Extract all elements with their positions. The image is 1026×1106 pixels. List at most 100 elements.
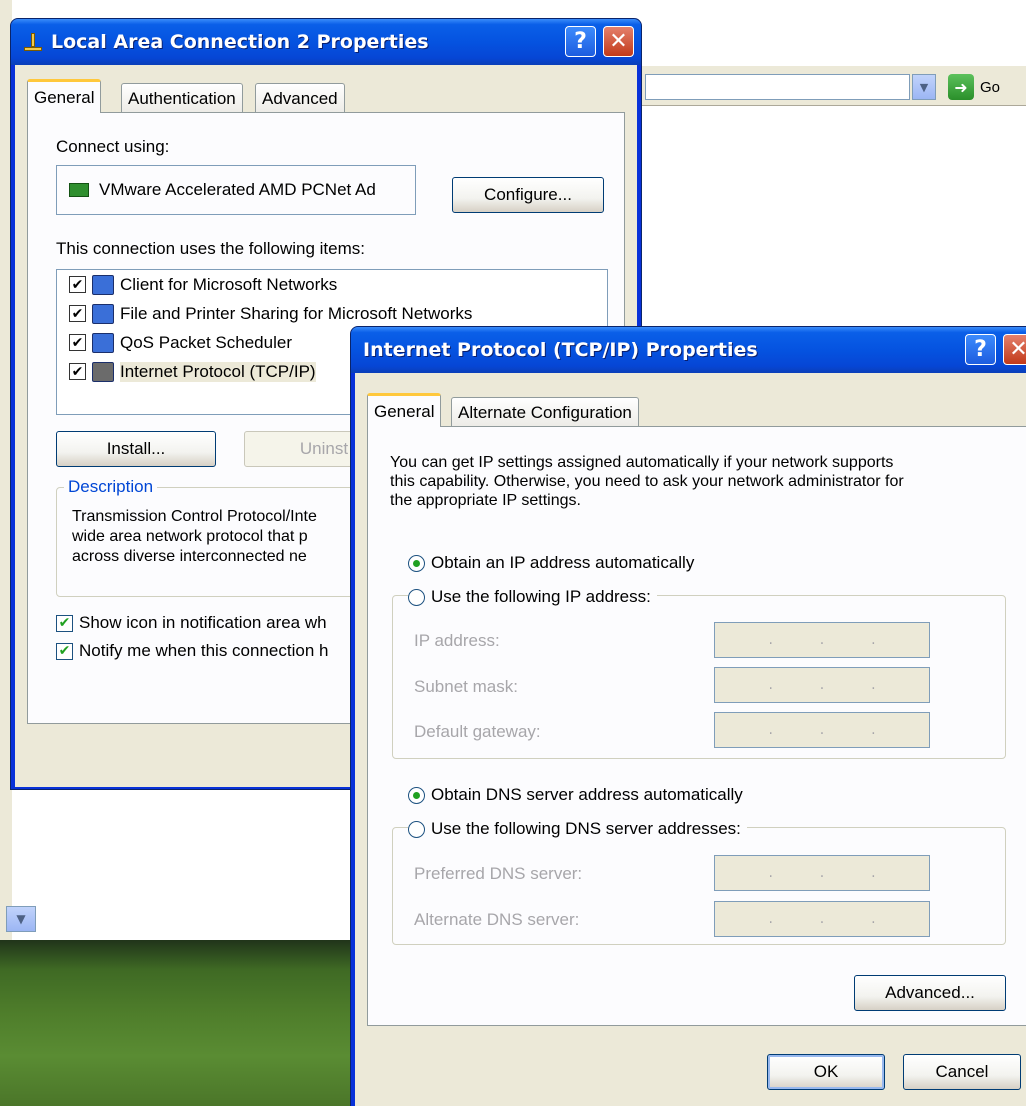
tcpip-properties-window: Internet Protocol (TCP/IP) Properties ? …	[350, 326, 1026, 1106]
list-item[interactable]: ✔ Client for Microsoft Networks	[57, 270, 607, 299]
obtain-dns-radio-row[interactable]: Obtain DNS server address automatically	[408, 785, 743, 805]
description-line: Transmission Control Protocol/Inte	[72, 508, 317, 525]
chevron-down-icon: ▼	[919, 80, 929, 94]
tcpip-titlebar[interactable]: Internet Protocol (TCP/IP) Properties ? …	[351, 327, 1026, 373]
preferred-dns-field[interactable]: ...	[714, 855, 930, 891]
intro-line: this capability. Otherwise, you need to …	[390, 473, 904, 490]
tab-authentication[interactable]: Authentication	[121, 83, 243, 113]
obtain-ip-radio-row[interactable]: Obtain an IP address automatically	[408, 553, 694, 573]
ip-dot: .	[819, 911, 825, 927]
tcpip-tab-panel: You can get IP settings assigned automat…	[367, 426, 1026, 1026]
help-button[interactable]: ?	[565, 26, 596, 57]
network-adapter-icon	[69, 183, 89, 197]
advanced-button[interactable]: Advanced...	[854, 975, 1006, 1011]
use-ip-radio-row[interactable]: Use the following IP address:	[408, 587, 657, 607]
network-connection-icon	[21, 31, 45, 53]
adapter-display: VMware Accelerated AMD PCNet Ad	[56, 165, 416, 215]
configure-button[interactable]: Configure...	[452, 177, 604, 213]
go-button[interactable]: ➜ Go	[948, 72, 1026, 102]
ip-dot: .	[768, 865, 773, 881]
notify-checkbox[interactable]: ✔	[56, 642, 73, 660]
tab-general[interactable]: General	[367, 393, 442, 427]
scroll-down-button[interactable]: ▼	[6, 906, 36, 932]
list-item[interactable]: ✔ File and Printer Sharing for Microsoft …	[57, 299, 607, 328]
alternate-dns-field[interactable]: ...	[714, 901, 930, 937]
notify-label: Notify me when this connection h	[79, 641, 329, 660]
show-icon-checkbox-row[interactable]: ✔ Show icon in notification area wh	[56, 613, 327, 633]
tab-alternate-configuration[interactable]: Alternate Configuration	[451, 397, 639, 427]
adapter-name: VMware Accelerated AMD PCNet Ad	[99, 180, 376, 199]
go-label: Go	[980, 78, 1001, 96]
address-input[interactable]	[645, 74, 910, 100]
use-dns-label: Use the following DNS server addresses:	[431, 819, 741, 838]
ip-dot: .	[819, 865, 825, 881]
radio-selected-dot	[413, 559, 420, 567]
obtain-ip-radio[interactable]	[408, 554, 425, 572]
address-dropdown-button[interactable]: ▼	[912, 74, 936, 100]
description-line: wide area network protocol that p	[72, 528, 308, 545]
ip-dot: .	[819, 677, 825, 693]
ip-dot: .	[768, 632, 773, 648]
items-label: This connection uses the following items…	[56, 239, 365, 258]
show-icon-checkbox[interactable]: ✔	[56, 614, 73, 632]
ip-dot: .	[819, 632, 825, 648]
subnet-mask-label: Subnet mask:	[414, 677, 518, 696]
use-ip-radio[interactable]	[408, 588, 425, 606]
chevron-down-icon: ▼	[16, 912, 26, 926]
item-label: Internet Protocol (TCP/IP)	[120, 361, 316, 382]
ip-dot: .	[819, 722, 825, 738]
intro-line: the appropriate IP settings.	[390, 492, 581, 509]
ip-dot: .	[871, 632, 876, 648]
intro-text: You can get IP settings assigned automat…	[390, 453, 904, 510]
help-icon: ?	[974, 337, 987, 362]
use-dns-radio[interactable]	[408, 820, 425, 838]
subnet-mask-field[interactable]: ...	[714, 667, 930, 703]
obtain-dns-label: Obtain DNS server address automatically	[431, 785, 743, 804]
item-label: QoS Packet Scheduler	[120, 332, 292, 352]
close-button[interactable]: ✕	[1003, 334, 1026, 365]
tab-general[interactable]: General	[27, 79, 102, 113]
help-button[interactable]: ?	[965, 334, 996, 365]
ip-address-field[interactable]: ...	[714, 622, 930, 658]
alternate-dns-label: Alternate DNS server:	[414, 910, 580, 929]
ip-dot: .	[871, 677, 876, 693]
description-label: Description	[64, 477, 158, 497]
use-ip-label: Use the following IP address:	[431, 587, 651, 606]
install-button[interactable]: Install...	[56, 431, 216, 467]
tcpip-client-area: General Alternate Configuration You can …	[355, 373, 1026, 1106]
tab-advanced[interactable]: Advanced	[255, 83, 345, 113]
notify-checkbox-row[interactable]: ✔ Notify me when this connection h	[56, 641, 328, 661]
show-icon-label: Show icon in notification area wh	[79, 613, 327, 632]
help-icon: ?	[574, 29, 587, 54]
ok-button[interactable]: OK	[767, 1054, 885, 1090]
obtain-dns-radio[interactable]	[408, 786, 425, 804]
ip-dot: .	[871, 722, 876, 738]
item-checkbox[interactable]: ✔	[69, 334, 86, 351]
protocol-icon	[92, 361, 114, 382]
network-client-icon	[92, 274, 114, 295]
ip-dot: .	[871, 911, 876, 927]
lac-window-title: Local Area Connection 2 Properties	[51, 31, 429, 53]
use-dns-radio-row[interactable]: Use the following DNS server addresses:	[408, 819, 747, 839]
description-line: across diverse interconnected ne	[72, 548, 307, 565]
file-sharing-icon	[92, 303, 114, 324]
intro-line: You can get IP settings assigned automat…	[390, 454, 894, 471]
connect-using-label: Connect using:	[56, 137, 170, 156]
go-arrow-icon: ➜	[948, 74, 974, 100]
ip-dot: .	[871, 865, 876, 881]
item-checkbox[interactable]: ✔	[69, 276, 86, 293]
item-checkbox[interactable]: ✔	[69, 305, 86, 322]
lac-titlebar[interactable]: Local Area Connection 2 Properties ? ✕	[11, 19, 641, 65]
obtain-ip-label: Obtain an IP address automatically	[431, 553, 695, 572]
preferred-dns-label: Preferred DNS server:	[414, 864, 583, 883]
item-checkbox[interactable]: ✔	[69, 363, 86, 380]
close-icon: ✕	[1009, 337, 1026, 362]
qos-scheduler-icon	[92, 332, 114, 353]
item-label: Client for Microsoft Networks	[120, 274, 338, 294]
ip-dot: .	[768, 722, 773, 738]
close-button[interactable]: ✕	[603, 26, 634, 57]
description-text: Transmission Control Protocol/Inte wide …	[72, 507, 317, 567]
cancel-button[interactable]: Cancel	[903, 1054, 1021, 1090]
default-gateway-field[interactable]: ...	[714, 712, 930, 748]
default-gateway-label: Default gateway:	[414, 722, 541, 741]
